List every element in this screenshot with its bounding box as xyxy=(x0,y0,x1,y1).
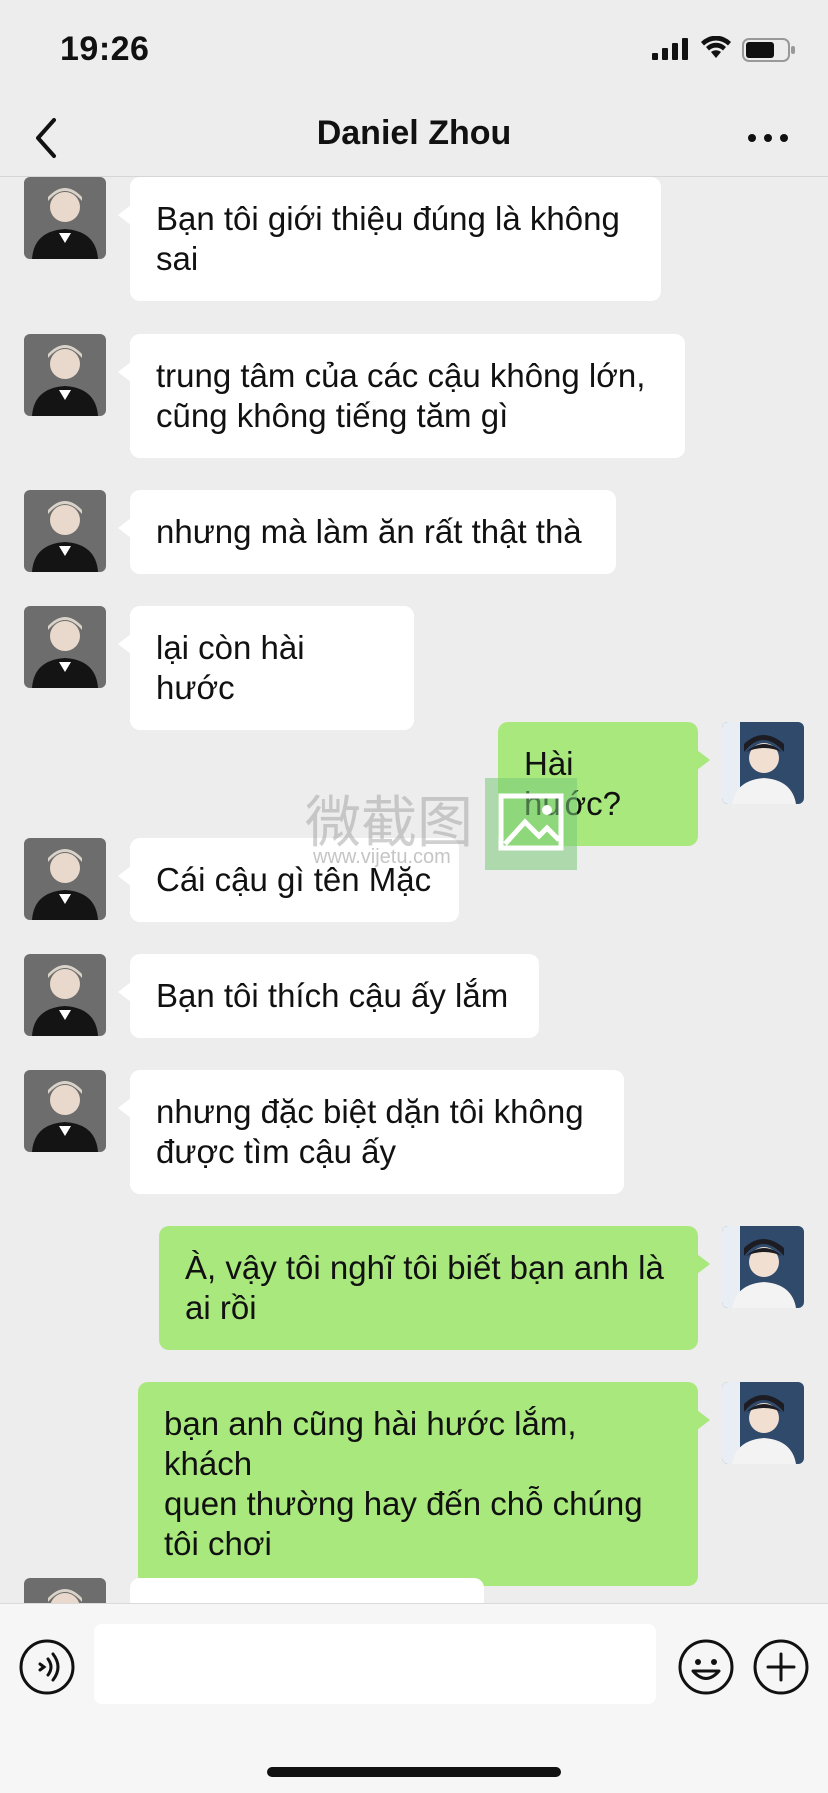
my-avatar[interactable] xyxy=(722,722,804,804)
message-text-line: cũng không tiếng tăm gì xyxy=(156,397,509,434)
message-text-line: quen thường hay đến chỗ chúng xyxy=(164,1485,643,1522)
wifi-icon xyxy=(701,36,731,58)
status-bar: 19:26 xyxy=(0,0,828,100)
outgoing-message-bubble[interactable]: À, vậy tôi nghĩ tôi biết bạn anh là ai r… xyxy=(159,1226,710,1350)
incoming-message-bubble[interactable]: lại còn hài hước xyxy=(118,606,414,730)
contact-avatar[interactable] xyxy=(24,954,106,1036)
home-indicator[interactable] xyxy=(267,1767,561,1777)
incoming-message-bubble[interactable]: trung tâm của các cậu không lớn, cũng kh… xyxy=(118,334,685,458)
outgoing-message-bubble[interactable]: Hài hước? xyxy=(498,722,710,846)
contact-avatar[interactable] xyxy=(24,177,106,259)
cellular-signal-icon xyxy=(652,38,688,60)
nav-bar: Daniel Zhou xyxy=(0,100,828,177)
chat-title: Daniel Zhou xyxy=(316,114,512,152)
incoming-message-bubble[interactable]: nhưng mà làm ăn rất thật thà xyxy=(118,490,616,574)
message-text-line: Cái cậu gì tên Mặc xyxy=(156,861,432,898)
message-text-line: sai xyxy=(156,240,199,277)
incoming-message-bubble[interactable] xyxy=(130,1578,484,1603)
contact-avatar[interactable] xyxy=(24,1578,106,1603)
message-text-line: lại còn hài hước xyxy=(156,629,305,706)
message-text-line: Bạn tôi thích cậu ấy lắm xyxy=(156,977,509,1014)
input-bar xyxy=(0,1603,828,1793)
message-text-line: Hài hước? xyxy=(524,745,621,822)
plus-icon[interactable] xyxy=(752,1638,810,1696)
message-text-line: À, vậy tôi nghĩ tôi biết bạn anh là xyxy=(185,1249,664,1286)
voice-icon[interactable] xyxy=(18,1638,76,1696)
incoming-message-bubble[interactable]: Bạn tôi thích cậu ấy lắm xyxy=(118,954,539,1038)
incoming-message-bubble[interactable]: Bạn tôi giới thiệu đúng là không sai xyxy=(118,177,661,301)
battery-icon xyxy=(742,38,795,62)
incoming-message-bubble[interactable]: Cái cậu gì tên Mặc xyxy=(118,838,459,922)
contact-avatar[interactable] xyxy=(24,838,106,920)
message-text-line: tôi chơi xyxy=(164,1525,272,1562)
message-text-line: nhưng mà làm ăn rất thật thà xyxy=(156,513,582,550)
message-text-line: bạn anh cũng hài hước lắm, khách xyxy=(164,1405,577,1482)
my-avatar[interactable] xyxy=(722,1226,804,1308)
message-text-line: Bạn tôi giới thiệu đúng là không xyxy=(156,200,620,237)
message-text-line: trung tâm của các cậu không lớn, xyxy=(156,357,646,394)
chat-message-list[interactable]: Bạn tôi giới thiệu đúng là không sai tru… xyxy=(0,177,828,1603)
outgoing-message-bubble[interactable]: bạn anh cũng hài hước lắm, khách quen th… xyxy=(138,1382,710,1586)
message-text-line: nhưng đặc biệt dặn tôi không xyxy=(156,1093,584,1130)
emoji-icon[interactable] xyxy=(677,1638,735,1696)
contact-avatar[interactable] xyxy=(24,490,106,572)
more-icon[interactable] xyxy=(746,128,790,148)
message-text-line: ai rồi xyxy=(185,1289,257,1326)
message-text-line: được tìm cậu ấy xyxy=(156,1133,396,1170)
contact-avatar[interactable] xyxy=(24,334,106,416)
my-avatar[interactable] xyxy=(722,1382,804,1464)
message-input[interactable] xyxy=(94,1624,656,1704)
contact-avatar[interactable] xyxy=(24,1070,106,1152)
status-time: 19:26 xyxy=(60,30,150,68)
incoming-message-bubble[interactable]: nhưng đặc biệt dặn tôi không được tìm cậ… xyxy=(118,1070,624,1194)
contact-avatar[interactable] xyxy=(24,606,106,688)
